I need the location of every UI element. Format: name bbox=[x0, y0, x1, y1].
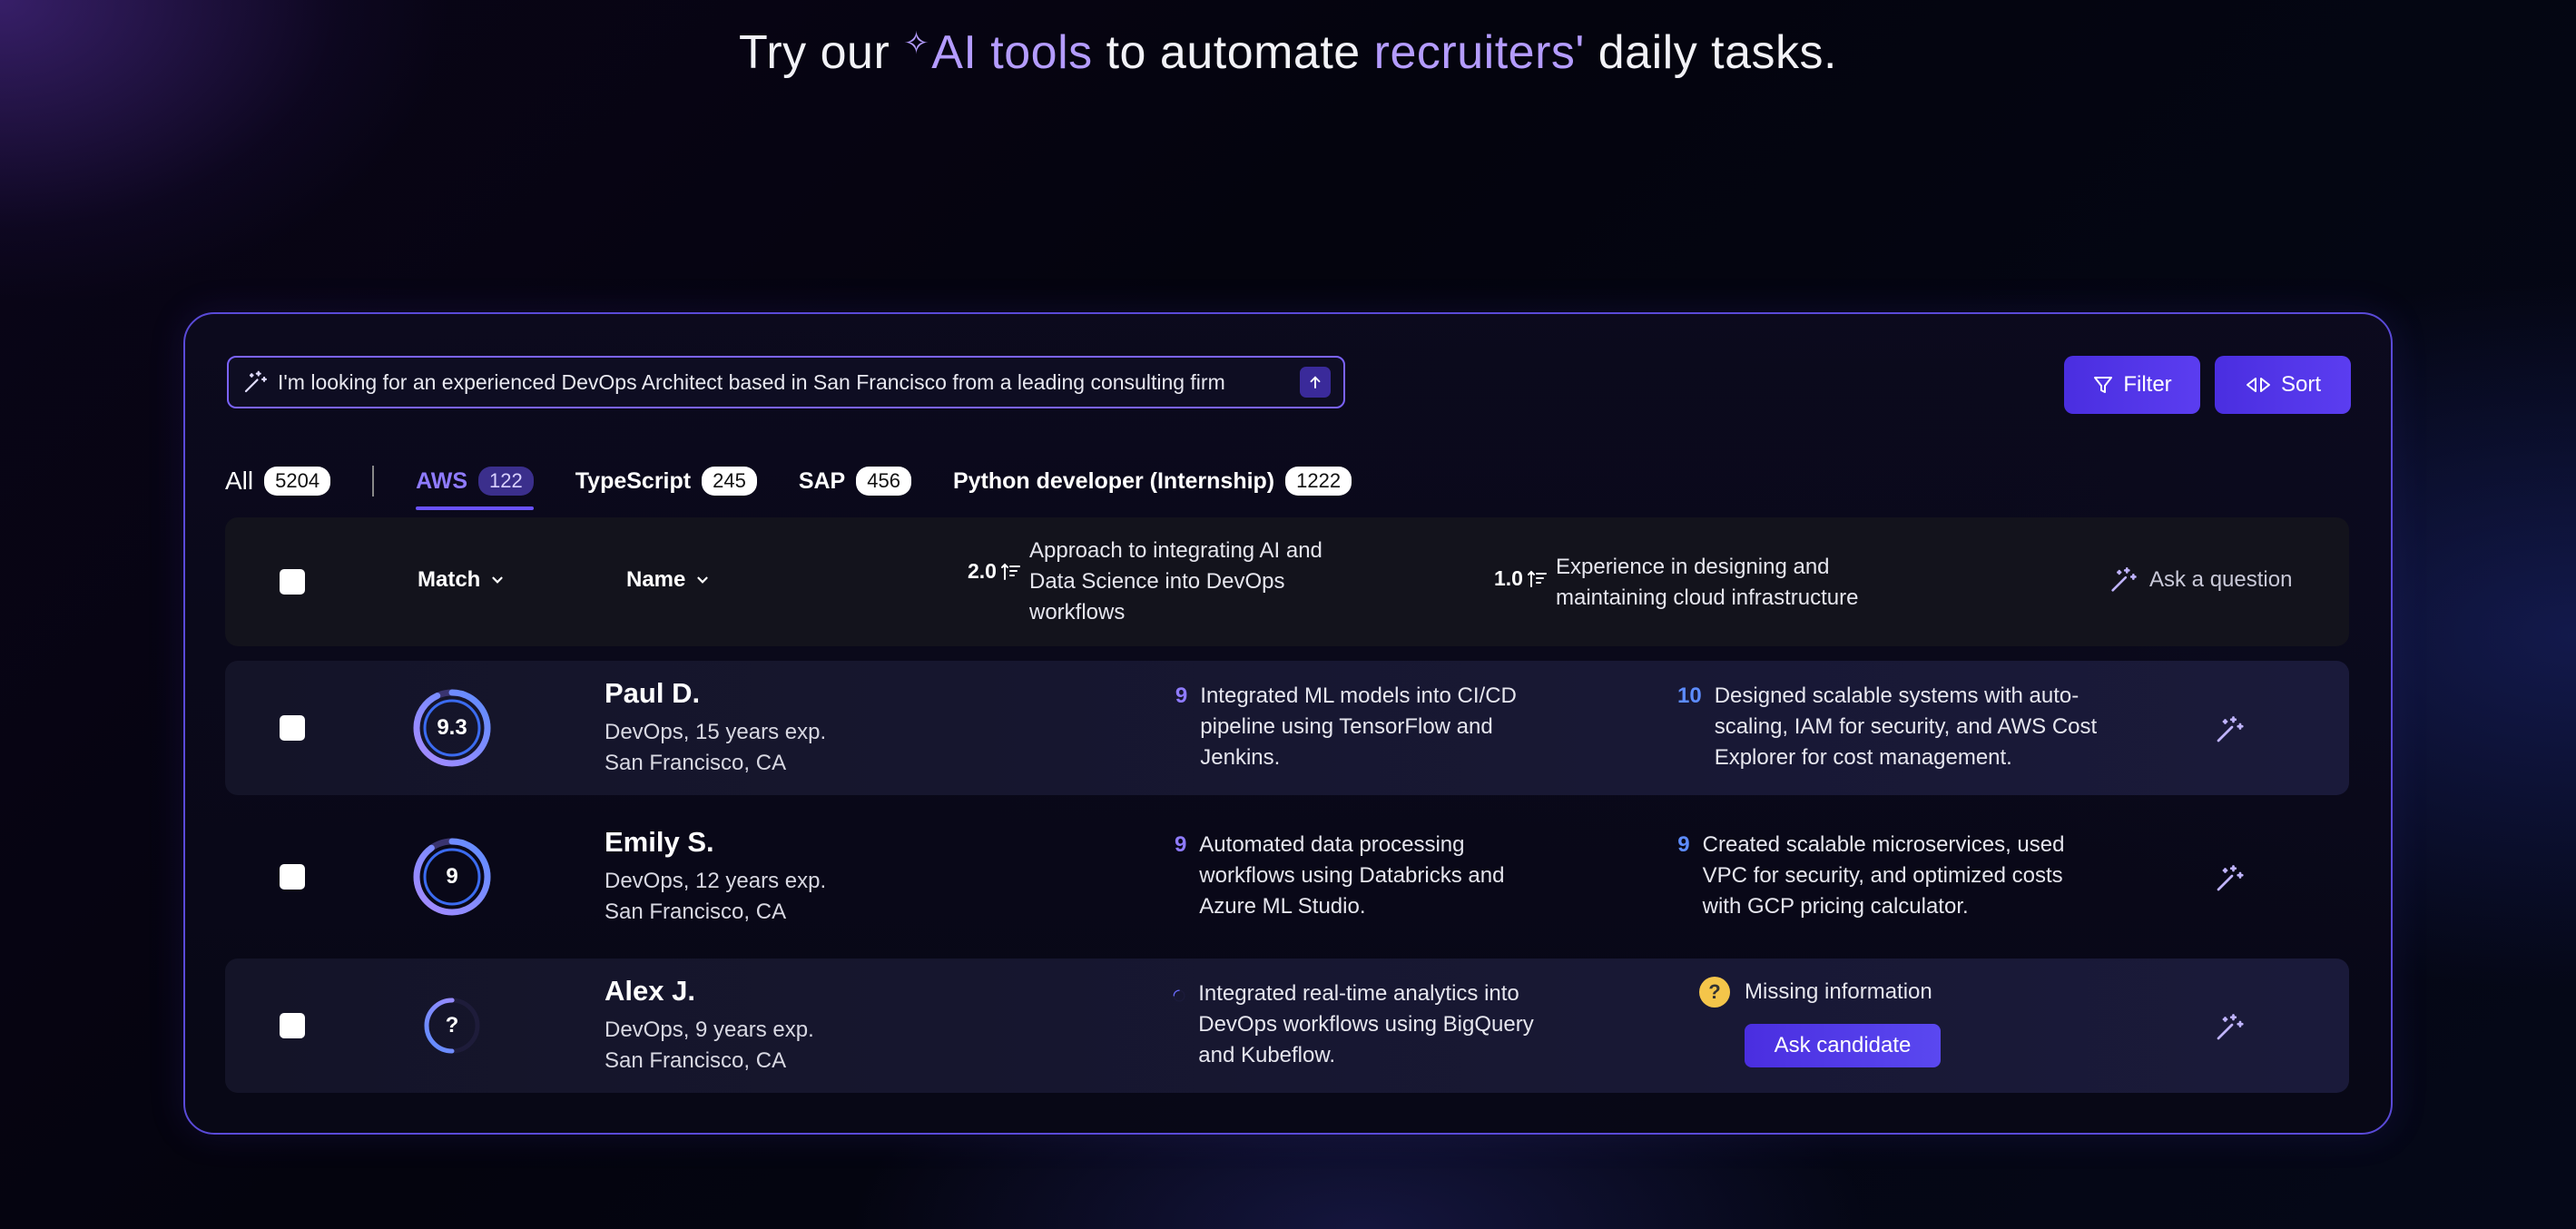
headline-prefix: Try our bbox=[739, 26, 904, 79]
candidate-name[interactable]: Emily S. bbox=[605, 826, 826, 859]
answer-text: Integrated real-time analytics into DevO… bbox=[1198, 981, 1534, 1067]
table-header: Match Name 2.0 Approach to integrating A… bbox=[225, 517, 2349, 646]
missing-info-cell: ? Missing information Ask candidate bbox=[1699, 977, 1941, 1067]
candidate-location: San Francisco, CA bbox=[605, 900, 787, 924]
headline: Try our ✧AI tools to automate recruiters… bbox=[0, 25, 2576, 80]
tab-aws[interactable]: AWS 122 bbox=[416, 454, 534, 510]
answer-score: 9 bbox=[1677, 832, 1690, 857]
table-row[interactable]: ? Alex J. DevOps, 9 years exp. San Franc… bbox=[225, 959, 2349, 1093]
candidate-info: Paul D. DevOps, 15 years exp. San Franci… bbox=[605, 677, 826, 779]
magic-wand-icon bbox=[2111, 566, 2137, 592]
headline-accent-recruiters: recruiters' bbox=[1373, 26, 1585, 79]
answer-text: Automated data processing workflows usin… bbox=[1199, 832, 1505, 919]
submit-search-button[interactable] bbox=[1300, 367, 1331, 398]
row-checkbox[interactable] bbox=[280, 1013, 305, 1038]
tab-count-badge: 245 bbox=[702, 467, 757, 496]
table-row[interactable]: 9 Emily S. DevOps, 12 years exp. San Fra… bbox=[225, 810, 2349, 944]
tab-divider bbox=[372, 466, 375, 497]
candidate-role: DevOps, 15 years exp. bbox=[605, 720, 827, 744]
candidate-role: DevOps, 12 years exp. bbox=[605, 869, 827, 893]
answer-cell-1: Integrated real-time analytics into DevO… bbox=[1173, 978, 1536, 1071]
sort-by-name[interactable]: Name bbox=[626, 567, 711, 593]
chevron-down-icon bbox=[492, 576, 503, 584]
question-column-2[interactable]: 1.0 Experience in designing and maintain… bbox=[1494, 552, 1912, 614]
table-row[interactable]: 9.3 Paul D. DevOps, 15 years exp. San Fr… bbox=[225, 661, 2349, 795]
sort-button[interactable]: Sort bbox=[2215, 356, 2351, 414]
tab-python-internship[interactable]: Python developer (Internship) 1222 bbox=[953, 454, 1352, 508]
question-text: Experience in designing and maintaining … bbox=[1555, 555, 1859, 610]
question-weight: 2.0 bbox=[968, 559, 1022, 584]
filter-label: Filter bbox=[2123, 372, 2172, 397]
answer-score: 9 bbox=[1175, 683, 1188, 708]
name-column-label: Name bbox=[626, 567, 686, 592]
select-all-checkbox[interactable] bbox=[280, 569, 305, 595]
filter-icon bbox=[2094, 377, 2113, 393]
candidate-panel: I'm looking for an experienced DevOps Ar… bbox=[183, 312, 2393, 1135]
search-input[interactable]: I'm looking for an experienced DevOps Ar… bbox=[227, 356, 1345, 408]
magic-wand-icon[interactable] bbox=[2213, 713, 2246, 746]
question-column-1[interactable]: 2.0 Approach to integrating AI and Data … bbox=[968, 536, 1349, 628]
magic-wand-icon bbox=[244, 370, 267, 393]
candidate-info: Emily S. DevOps, 12 years exp. San Franc… bbox=[605, 826, 826, 928]
magic-wand-icon[interactable] bbox=[2213, 862, 2246, 895]
answer-score: 10 bbox=[1677, 683, 1702, 708]
tab-count-badge: 456 bbox=[856, 467, 911, 496]
sparkle-icon: ✧ bbox=[903, 26, 930, 61]
sort-weight-icon bbox=[1000, 563, 1020, 580]
filter-button[interactable]: Filter bbox=[2064, 356, 2200, 414]
headline-suffix: daily tasks. bbox=[1598, 26, 1837, 79]
match-score: 9 bbox=[446, 864, 458, 889]
headline-middle: to automate bbox=[1106, 26, 1374, 79]
answer-cell-1: 9 Integrated ML models into CI/CD pipeli… bbox=[1173, 681, 1536, 773]
answer-text: Designed scalable systems with auto-scal… bbox=[1714, 683, 2098, 770]
tab-label: AWS bbox=[416, 467, 468, 494]
sort-weight-icon bbox=[1527, 570, 1547, 587]
tab-typescript[interactable]: TypeScript 245 bbox=[575, 454, 757, 508]
candidate-location: San Francisco, CA bbox=[605, 1048, 787, 1073]
sort-label: Sort bbox=[2280, 372, 2321, 397]
question-mark-icon: ? bbox=[1699, 977, 1730, 1008]
ask-candidate-button[interactable]: Ask candidate bbox=[1745, 1024, 1941, 1067]
candidate-name[interactable]: Paul D. bbox=[605, 677, 826, 710]
loading-spinner-icon bbox=[1173, 989, 1185, 1002]
tab-count-badge: 1222 bbox=[1285, 467, 1352, 496]
search-query-text: I'm looking for an experienced DevOps Ar… bbox=[278, 369, 1225, 394]
tab-label: Python developer (Internship) bbox=[952, 467, 1275, 494]
tab-sap[interactable]: SAP 456 bbox=[799, 454, 911, 508]
tab-label: SAP bbox=[798, 467, 846, 494]
magic-wand-icon[interactable] bbox=[2213, 1011, 2246, 1044]
tab-label: TypeScript bbox=[575, 467, 692, 494]
row-checkbox[interactable] bbox=[280, 864, 305, 890]
answer-cell-1: 9 Automated data processing workflows us… bbox=[1173, 830, 1536, 922]
answer-cell-2: 10 Designed scalable systems with auto-s… bbox=[1677, 681, 2104, 773]
arrow-up-icon bbox=[1310, 376, 1321, 388]
sort-by-match[interactable]: Match bbox=[418, 567, 506, 593]
row-checkbox[interactable] bbox=[280, 715, 305, 741]
question-weight: 1.0 bbox=[1494, 566, 1549, 591]
answer-score: 9 bbox=[1174, 832, 1187, 857]
tab-all[interactable]: All 5204 bbox=[225, 454, 331, 508]
tab-count-badge: 5204 bbox=[264, 467, 331, 496]
headline-accent-ai-tools: AI tools bbox=[931, 26, 1093, 79]
ask-question-button[interactable]: Ask a question bbox=[2108, 565, 2292, 595]
match-score: 9.3 bbox=[437, 715, 467, 740]
candidate-name[interactable]: Alex J. bbox=[605, 975, 814, 1008]
chevron-down-icon bbox=[697, 576, 708, 584]
answer-text: Created scalable microservices, used VPC… bbox=[1702, 832, 2065, 919]
tab-bar: All 5204 AWS 122 TypeScript 245 SAP 456 … bbox=[225, 454, 1393, 510]
question-text: Approach to integrating AI and Data Scie… bbox=[1028, 538, 1322, 624]
match-column-label: Match bbox=[418, 567, 481, 592]
tab-label: All bbox=[225, 467, 254, 495]
tab-count-badge: 122 bbox=[478, 467, 534, 496]
candidate-role: DevOps, 9 years exp. bbox=[605, 1018, 814, 1042]
candidate-location: San Francisco, CA bbox=[605, 751, 787, 775]
answer-cell-2: 9 Created scalable microservices, used V… bbox=[1677, 830, 2104, 922]
missing-info-text: Missing information bbox=[1745, 979, 1932, 1004]
sort-arrows-icon bbox=[2246, 378, 2270, 392]
candidate-info: Alex J. DevOps, 9 years exp. San Francis… bbox=[605, 975, 814, 1077]
match-score: ? bbox=[445, 1013, 459, 1037]
ask-question-label: Ask a question bbox=[2149, 567, 2293, 592]
answer-text: Integrated ML models into CI/CD pipeline… bbox=[1200, 683, 1517, 770]
